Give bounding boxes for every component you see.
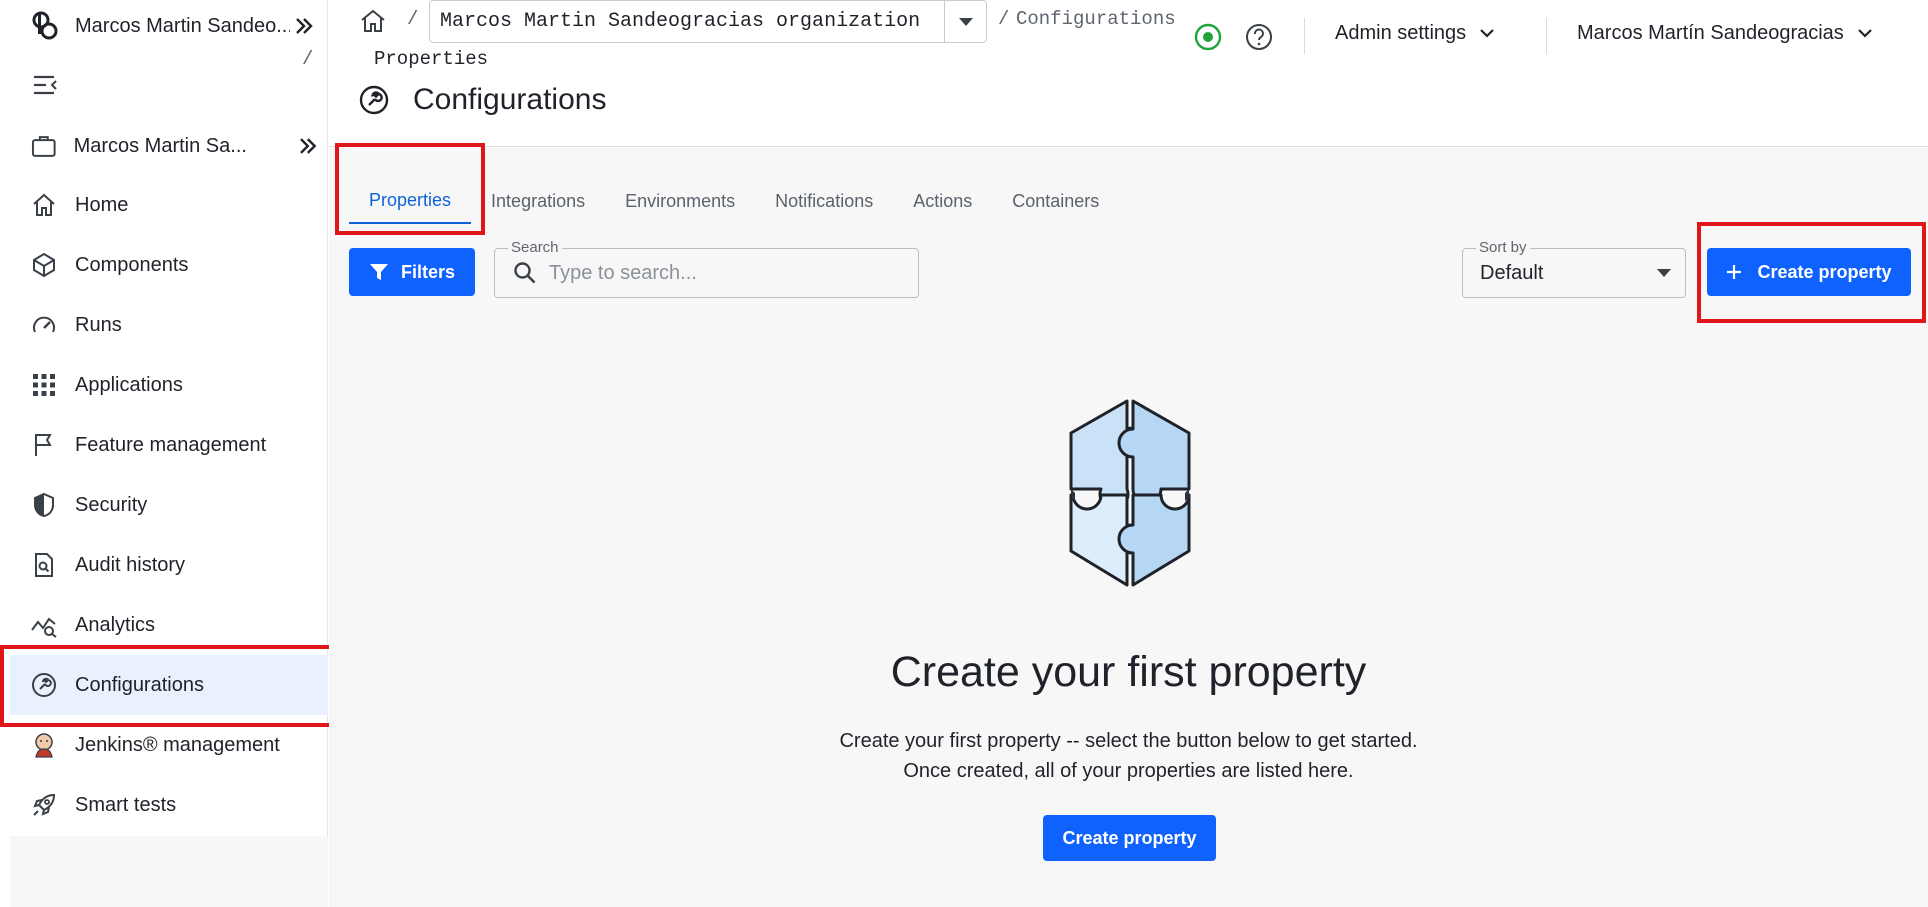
sidebar-item-configurations[interactable]: Configurations [10,655,328,715]
search-field: Search [494,239,919,298]
filter-icon [369,264,388,280]
tab-integrations[interactable]: Integrations [471,178,605,224]
analytics-icon [30,611,58,639]
org-select-value: Marcos Martin Sandeogracias organization [440,10,921,33]
tab-properties[interactable]: Properties [349,178,472,224]
breadcrumb-separator: / [407,8,419,30]
collapse-menu-icon[interactable] [32,74,58,96]
org-select[interactable]: Marcos Martin Sandeogracias organization [429,0,987,43]
header: / Marcos Martin Sandeogracias organizati… [302,0,1928,147]
tab-actions[interactable]: Actions [893,178,992,224]
home-icon[interactable] [359,8,387,34]
rocket-icon [30,791,58,819]
breadcrumb-separator: / [302,48,314,70]
sidebar-item-jenkins-management[interactable]: Jenkins® management [10,715,328,775]
briefcase-icon [31,136,56,157]
sidebar-item-label: Feature management [75,433,267,456]
empty-state-description: Create your first property -- select the… [839,730,1418,782]
flag-icon [30,431,58,459]
sidebar-item-label: Security [75,493,148,516]
breadcrumb-current: Properties [374,48,489,70]
sidebar-item-label: Components [75,253,189,276]
sidebar-account-switcher[interactable]: Marcos Martin Sandeo... [30,10,320,42]
sidebar-item-applications[interactable]: Applications [10,355,328,415]
puzzle-hexagon-illustration [1069,399,1191,587]
grid-icon [30,371,58,399]
sidebar-item-security[interactable]: Security [10,475,328,535]
tab-bar: Properties Integrations Environments Not… [349,178,1119,224]
sidebar-item-runs[interactable]: Runs [10,295,328,355]
header-divider [1304,18,1305,54]
page-title-text: Configurations [413,83,607,116]
user-menu[interactable]: Marcos Martín Sandeogracias [1577,22,1872,45]
breadcrumb-configurations[interactable]: Configurations [1016,8,1176,30]
sidebar-item-label: Applications [75,373,183,396]
caret-down-icon[interactable] [944,1,986,42]
search-icon [514,262,536,284]
shield-icon [30,491,58,519]
double-chevron-right-icon[interactable] [296,134,320,158]
tab-environments[interactable]: Environments [605,178,755,224]
sidebar-item-label: Configurations [75,673,204,696]
empty-create-property-button[interactable]: Create property [1043,815,1216,861]
sidebar-item-home[interactable]: Home [10,175,328,235]
sidebar-org-label: Marcos Martin Sa... [73,134,247,157]
document-search-icon [30,551,58,579]
sort-value: Default [1480,261,1544,284]
sidebar-item-components[interactable]: Components [10,235,328,295]
home-icon [30,191,58,219]
user-name: Marcos Martín Sandeogracias [1577,22,1844,44]
wrench-icon [359,85,389,115]
cube-icon [30,251,58,279]
sort-select[interactable]: Default Sort by [1462,239,1686,298]
sidebar-item-label: Runs [75,313,122,336]
search-input[interactable] [549,261,889,285]
sidebar-nav: Home Components Runs Applications Featur… [10,175,328,835]
sidebar-item-smart-tests[interactable]: Smart tests [10,775,328,835]
sidebar-footer [10,836,328,907]
sidebar-org-switcher[interactable]: Marcos Martin Sa... [30,129,320,163]
gauge-icon [30,311,58,339]
sidebar: Marcos Martin Sandeo... Marcos Martin Sa… [0,0,328,907]
admin-settings-label: Admin settings [1335,22,1467,44]
main-content: Properties Integrations Environments Not… [329,148,1928,907]
jenkins-icon [30,731,58,759]
plus-icon [1727,265,1742,279]
sidebar-item-analytics[interactable]: Analytics [10,595,328,655]
caret-down-icon [1657,269,1671,277]
filters-button[interactable]: Filters [349,248,475,296]
header-divider [1546,18,1547,54]
breadcrumb-separator: / [998,8,1010,30]
empty-state-title: Create your first property [890,648,1367,696]
search-legend: Search [508,239,562,256]
chevron-down-icon [1480,29,1494,38]
sidebar-item-label: Audit history [75,553,186,576]
create-property-button[interactable]: Create property [1707,248,1911,296]
logo-icon [32,11,58,40]
filters-label: Filters [400,261,456,282]
tab-notifications[interactable]: Notifications [755,178,893,224]
admin-settings-menu[interactable]: Admin settings [1335,22,1494,45]
status-online-icon[interactable] [1194,23,1222,51]
sidebar-item-feature-management[interactable]: Feature management [10,415,328,475]
sidebar-account-label: Marcos Martin Sandeo... [75,14,290,37]
help-icon[interactable] [1245,23,1273,51]
chevron-down-icon [1858,29,1872,38]
page-title: Configurations [359,83,606,117]
sidebar-item-label: Jenkins® management [75,733,280,756]
sidebar-item-audit-history[interactable]: Audit history [10,535,328,595]
create-property-label: Create property [1757,261,1892,282]
sort-legend: Sort by [1476,239,1530,256]
wrench-icon [30,671,58,699]
tab-containers[interactable]: Containers [992,178,1119,224]
double-chevron-right-icon[interactable] [292,14,316,38]
sidebar-item-label: Smart tests [75,793,177,816]
sidebar-item-label: Home [75,193,129,216]
sidebar-item-label: Analytics [75,613,156,636]
